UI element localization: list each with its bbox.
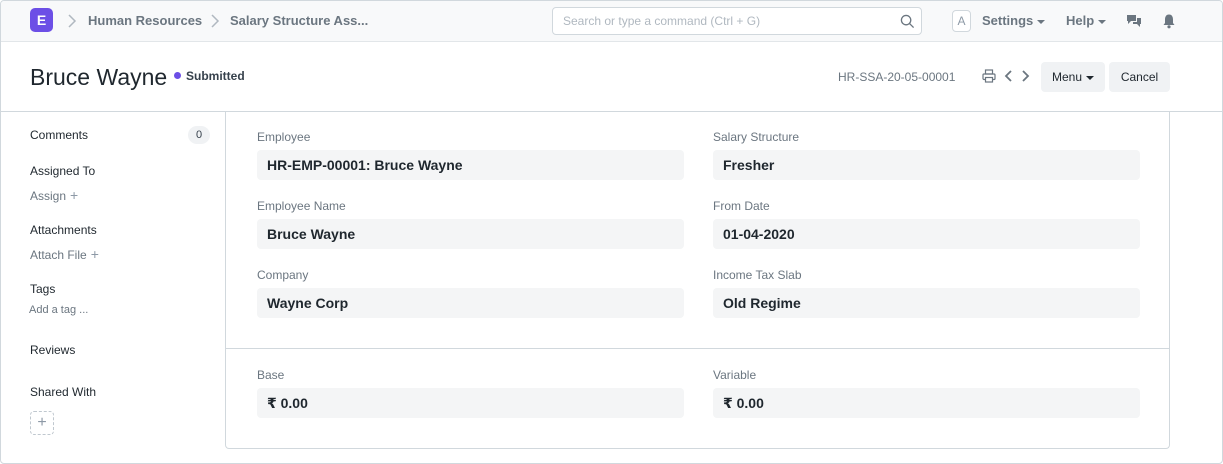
assign-link[interactable]: Assign + <box>30 187 78 203</box>
status-label: Submitted <box>186 69 245 83</box>
employee-label: Employee <box>257 130 311 144</box>
company-label: Company <box>257 268 309 282</box>
menu-label: Menu <box>1051 70 1083 84</box>
app-window: E Human Resources Salary Structure Ass..… <box>0 0 1223 464</box>
comments-label: Comments <box>30 128 89 142</box>
breadcrumb-human-resources[interactable]: Human Resources <box>88 13 202 28</box>
salary-structure-label: Salary Structure <box>713 130 800 144</box>
menu-button[interactable]: Menu <box>1041 62 1105 92</box>
from-date-field[interactable]: 01-04-2020 <box>713 219 1140 249</box>
caret-down-icon <box>1098 19 1107 24</box>
cancel-button[interactable]: Cancel <box>1109 62 1170 92</box>
comments-count-badge: 0 <box>188 126 210 144</box>
chevron-right-icon[interactable] <box>1018 69 1032 83</box>
help-label: Help <box>1066 13 1095 28</box>
employee-name-label: Employee Name <box>257 199 346 213</box>
company-field[interactable]: Wayne Corp <box>257 288 684 318</box>
breadcrumb-salary-structure-assignment[interactable]: Salary Structure Ass... <box>230 13 368 28</box>
plus-icon: + <box>90 246 99 262</box>
salary-structure-field[interactable]: Fresher <box>713 150 1140 180</box>
variable-field[interactable]: ₹ 0.00 <box>713 388 1140 418</box>
form-card: Employee HR-EMP-00001: Bruce Wayne Salar… <box>225 112 1170 449</box>
base-field[interactable]: ₹ 0.00 <box>257 388 684 418</box>
search-icon[interactable] <box>900 14 915 29</box>
settings-label: Settings <box>982 13 1034 28</box>
shared-with-label: Shared With <box>30 385 97 399</box>
help-dropdown[interactable]: Help <box>1066 13 1107 28</box>
settings-dropdown[interactable]: Settings <box>982 13 1046 28</box>
variable-label: Variable <box>713 368 757 382</box>
search-input[interactable] <box>563 14 883 28</box>
caret-down-icon <box>1086 75 1095 80</box>
search-bar <box>552 7 922 35</box>
add-share-button[interactable]: + <box>30 411 54 435</box>
attachments-label: Attachments <box>30 223 97 237</box>
chat-icon[interactable] <box>1126 13 1142 29</box>
reviews-label: Reviews <box>30 343 76 357</box>
status-dot <box>174 72 181 79</box>
bell-icon[interactable] <box>1161 13 1177 29</box>
attach-file-text: Attach File <box>30 248 87 262</box>
add-tag-link[interactable]: Add a tag ... <box>29 304 88 316</box>
employee-name-field[interactable]: Bruce Wayne <box>257 219 684 249</box>
income-tax-slab-field[interactable]: Old Regime <box>713 288 1140 318</box>
assign-link-text: Assign <box>30 189 67 203</box>
document-name: HR-SSA-20-05-00001 <box>838 70 956 84</box>
attach-file-link[interactable]: Attach File + <box>30 246 99 262</box>
status-indicator: Submitted <box>174 69 245 83</box>
from-date-label: From Date <box>713 199 770 213</box>
page-title: Bruce Wayne <box>30 64 168 90</box>
employee-field[interactable]: HR-EMP-00001: Bruce Wayne <box>257 150 684 180</box>
chevron-right-icon <box>211 14 220 28</box>
tags-label: Tags <box>30 282 56 296</box>
income-tax-slab-label: Income Tax Slab <box>713 268 802 282</box>
page-header: Bruce Wayne Submitted HR-SSA-20-05-00001… <box>1 42 1222 112</box>
navbar: E Human Resources Salary Structure Ass..… <box>1 1 1222 42</box>
chevron-right-icon <box>68 14 77 28</box>
section-divider <box>226 348 1169 349</box>
chevron-left-icon[interactable] <box>1002 69 1016 83</box>
print-icon[interactable] <box>982 69 996 83</box>
app-logo[interactable]: E <box>30 8 53 32</box>
user-avatar[interactable]: A <box>952 10 971 32</box>
plus-icon: + <box>70 187 79 203</box>
assigned-to-label: Assigned To <box>30 164 96 178</box>
base-label: Base <box>257 368 285 382</box>
form-sidebar: Comments 0 Assigned To Assign + Attachmen… <box>1 112 225 463</box>
caret-down-icon <box>1037 19 1046 24</box>
